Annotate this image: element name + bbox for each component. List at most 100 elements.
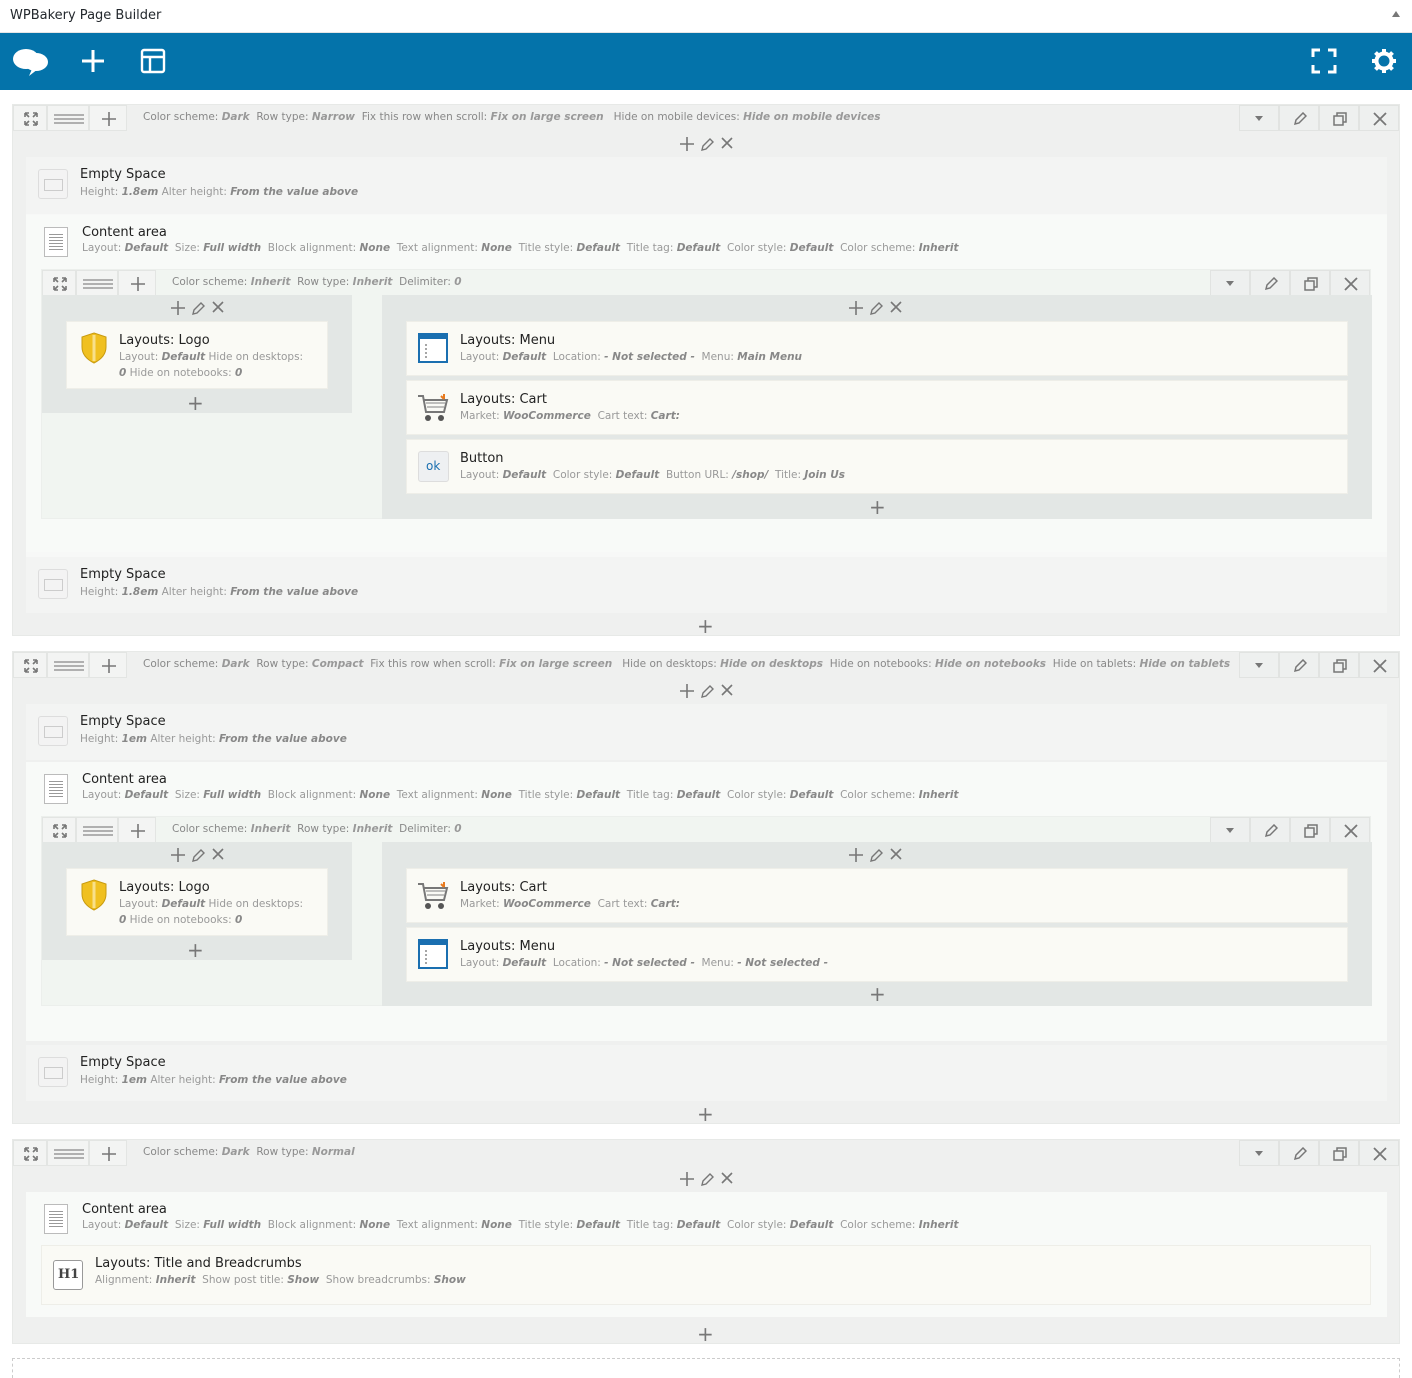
inner-row-layout-button[interactable] <box>76 817 118 843</box>
pencil-icon <box>1293 1147 1307 1161</box>
title-breadcrumbs-element[interactable]: H1 Layouts: Title and Breadcrumbs Alignm… <box>41 1245 1371 1305</box>
row-delete-button[interactable] <box>1359 652 1399 678</box>
move-arrows-icon <box>53 277 67 291</box>
caret-down-icon <box>1255 663 1263 668</box>
row-move-handle[interactable] <box>13 652 47 678</box>
inner-row-delete-button[interactable] <box>1330 270 1370 296</box>
plus-icon <box>131 277 145 291</box>
logo-element[interactable]: Layouts: Logo Layout: Default Hide on de… <box>66 868 328 936</box>
inner-row-add-column-button[interactable] <box>118 270 156 296</box>
inner-row-layout-button[interactable] <box>76 270 118 296</box>
row-edit-button[interactable] <box>1279 105 1319 131</box>
inner-row-move-handle[interactable] <box>42 270 76 296</box>
row-add-column-button[interactable] <box>89 1140 127 1166</box>
empty-space-icon <box>38 1057 68 1087</box>
add-element-plus-icon[interactable]: + <box>697 1324 714 1344</box>
row-toggle-button[interactable] <box>1239 652 1279 678</box>
add-row-dropzone[interactable] <box>12 1358 1400 1378</box>
inner-row-toggle-button[interactable] <box>1210 270 1250 296</box>
empty-space-element[interactable]: Empty Space Height: 1em Alter height: Fr… <box>26 704 1387 760</box>
close-icon <box>1373 112 1387 126</box>
columns-layout-icon <box>54 661 84 671</box>
add-element-plus-icon[interactable]: + <box>697 1104 714 1124</box>
menu-window-icon <box>418 333 448 363</box>
add-element-plus-icon[interactable]: + <box>869 984 886 1004</box>
row-move-handle[interactable] <box>13 105 47 131</box>
column-controls <box>679 136 739 154</box>
move-arrows-icon <box>53 824 67 838</box>
content-area-element[interactable]: Content area Layout: Default Size: Full … <box>26 762 1387 1041</box>
row-1: Color scheme: Dark Row type: Narrow Fix … <box>12 104 1400 636</box>
collapse-toggle-icon[interactable] <box>1392 11 1400 17</box>
shopping-cart-icon <box>418 394 449 421</box>
row-layout-button[interactable] <box>47 105 89 131</box>
row-toggle-button[interactable] <box>1239 1140 1279 1166</box>
move-arrows-icon <box>24 659 38 673</box>
empty-space-element[interactable]: Empty Space Height: 1em Alter height: Fr… <box>26 1045 1387 1101</box>
column-controls <box>848 847 908 865</box>
templates-icon[interactable] <box>137 45 169 77</box>
clone-icon <box>1304 824 1318 838</box>
row-clone-button[interactable] <box>1319 105 1359 131</box>
row-move-handle[interactable] <box>13 1140 47 1166</box>
move-arrows-icon <box>24 1147 38 1161</box>
button-element[interactable]: ok Button Layout: Default Color style: D… <box>406 439 1348 494</box>
document-icon <box>44 227 68 257</box>
row-clone-button[interactable] <box>1319 652 1359 678</box>
row-container: Color scheme: Dark Row type: Narrow Fix … <box>12 104 1400 636</box>
chat-bubbles-logo-icon[interactable] <box>12 45 50 77</box>
column-controls <box>848 300 908 318</box>
menu-window-icon <box>418 939 448 969</box>
empty-space-icon <box>38 569 68 599</box>
logo-element[interactable]: Layouts: Logo Layout: Default Hide on de… <box>66 321 328 389</box>
row-layout-button[interactable] <box>47 652 89 678</box>
content-area-params: Layout: Default Size: Full width Block a… <box>82 1219 959 1231</box>
content-area-params: Layout: Default Size: Full width Block a… <box>82 242 959 254</box>
add-element-plus-icon[interactable]: + <box>187 393 204 413</box>
inner-row-clone-button[interactable] <box>1290 270 1330 296</box>
inner-row: Color scheme: Inherit Row type: Inherit … <box>41 816 1372 1006</box>
pencil-icon <box>1264 277 1278 291</box>
cart-element[interactable]: Layouts: Cart Market: WooCommerce Cart t… <box>406 380 1348 435</box>
row-delete-button[interactable] <box>1359 105 1399 131</box>
row-add-column-button[interactable] <box>89 652 127 678</box>
plus-icon <box>102 1147 116 1161</box>
fullscreen-icon[interactable] <box>1308 45 1340 77</box>
inner-row-clone-button[interactable] <box>1290 817 1330 843</box>
row-3-params: Color scheme: Dark Row type: Normal <box>143 1146 355 1158</box>
row-delete-button[interactable] <box>1359 1140 1399 1166</box>
inner-row-move-handle[interactable] <box>42 817 76 843</box>
close-icon <box>1344 277 1358 291</box>
menu-element[interactable]: Layouts: Menu Layout: Default Location: … <box>406 321 1348 376</box>
clone-icon <box>1333 112 1347 126</box>
add-element-plus-icon[interactable]: + <box>697 616 714 636</box>
column-controls <box>170 847 230 865</box>
row-toggle-button[interactable] <box>1239 105 1279 131</box>
inner-row-toggle-button[interactable] <box>1210 817 1250 843</box>
content-area-element[interactable]: Content area Layout: Default Size: Full … <box>26 1192 1387 1317</box>
clone-icon <box>1333 1147 1347 1161</box>
add-element-plus-icon[interactable]: + <box>869 497 886 517</box>
inner-row-add-column-button[interactable] <box>118 817 156 843</box>
column-controls <box>170 300 230 318</box>
plus-icon <box>102 112 116 126</box>
inner-row-edit-button[interactable] <box>1250 270 1290 296</box>
inner-row-delete-button[interactable] <box>1330 817 1370 843</box>
row-layout-button[interactable] <box>47 1140 89 1166</box>
add-element-icon[interactable] <box>77 45 109 77</box>
caret-down-icon <box>1255 1151 1263 1156</box>
menu-element[interactable]: Layouts: Menu Layout: Default Location: … <box>406 927 1348 982</box>
row-edit-button[interactable] <box>1279 1140 1319 1166</box>
content-area-element[interactable]: Content area Layout: Default Size: Full … <box>26 215 1387 552</box>
empty-space-element[interactable]: Empty Space Height: 1.8em Alter height: … <box>26 557 1387 613</box>
caret-down-icon <box>1255 116 1263 121</box>
empty-space-element[interactable]: Empty Space Height: 1.8em Alter height: … <box>26 157 1387 214</box>
add-element-plus-icon[interactable]: + <box>187 940 204 960</box>
row-3: Color scheme: Dark Row type: Normal Cont… <box>12 1139 1400 1344</box>
inner-row-edit-button[interactable] <box>1250 817 1290 843</box>
row-add-column-button[interactable] <box>89 105 127 131</box>
cart-element[interactable]: Layouts: Cart Market: WooCommerce Cart t… <box>406 868 1348 923</box>
row-edit-button[interactable] <box>1279 652 1319 678</box>
settings-gear-icon[interactable] <box>1368 45 1400 77</box>
row-clone-button[interactable] <box>1319 1140 1359 1166</box>
